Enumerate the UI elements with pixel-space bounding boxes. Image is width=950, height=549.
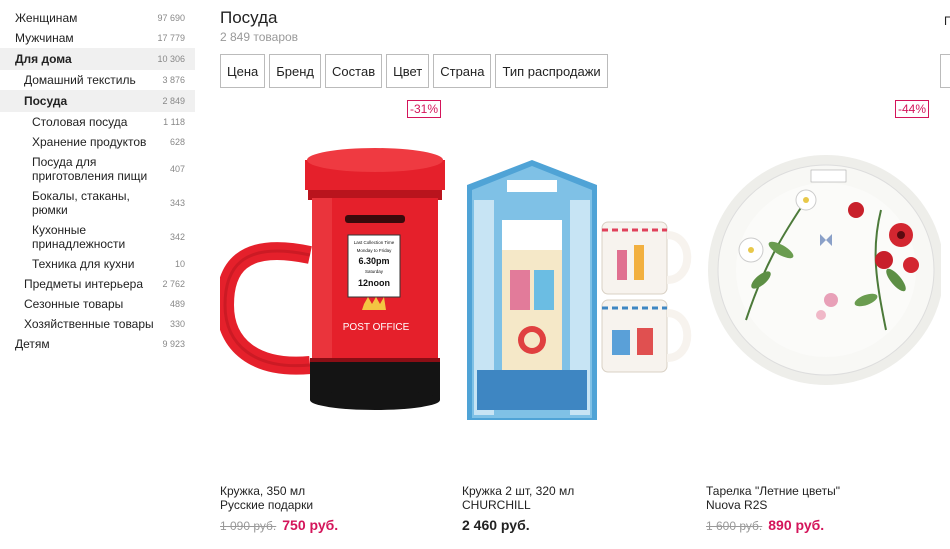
item-count: 342: [169, 232, 185, 242]
item-count: 330: [169, 319, 185, 329]
mug-post-office-text: POST OFFICE: [343, 322, 410, 333]
filter-color-button[interactable]: Цвет: [386, 54, 430, 88]
sidebar-item-kitchen-tools[interactable]: Кухонные принадлежности 342: [0, 220, 195, 254]
item-count: 2 762: [162, 279, 185, 289]
mug-label-time1: 6.30pm: [358, 256, 389, 266]
item-count: 343: [169, 198, 185, 208]
product-brand: CHURCHILL: [462, 498, 531, 512]
sidebar-item-glasses[interactable]: Бокалы, стаканы, рюмки 343: [0, 186, 195, 220]
sidebar-item-seasonal[interactable]: Сезонные товары 489: [0, 294, 195, 314]
sidebar-item-home[interactable]: Для дома 10 306: [0, 48, 195, 70]
sale-price: 890 руб.: [768, 517, 825, 533]
item-count: 1 118: [163, 117, 185, 127]
product-price: 1 090 руб. 750 руб.: [220, 517, 338, 533]
product-name: Кружка 2 шт, 320 мл: [462, 484, 575, 498]
floral-plate-image: [708, 155, 941, 385]
mug-set-box-image: [467, 160, 692, 420]
mug-label-line3: Saturday: [365, 269, 384, 274]
item-count: 97 690: [157, 13, 185, 23]
sidebar-item-appliances[interactable]: Техника для кухни 10: [0, 254, 195, 274]
current-price: 2 460 руб.: [462, 517, 530, 533]
item-count: 3 876: [162, 75, 185, 85]
sidebar-item-cookware[interactable]: Посуда для приготовления пищи 407: [0, 152, 195, 186]
item-count: 2 849: [162, 96, 185, 106]
item-count: 10: [174, 259, 185, 269]
product-card-mug[interactable]: -31% Last Collection Time Monday to Frid…: [220, 100, 455, 540]
filter-country-button[interactable]: Страна: [433, 54, 492, 88]
product-price: 2 460 руб.: [462, 517, 530, 533]
sale-price: 750 руб.: [282, 517, 339, 533]
sidebar-item-women[interactable]: Женщинам 97 690: [0, 8, 195, 28]
page-title: Посуда: [220, 8, 278, 27]
old-price: 1 090 руб.: [220, 519, 277, 533]
item-count: 407: [169, 164, 185, 174]
discount-badge: -31%: [407, 100, 442, 118]
product-name: Кружка, 350 мл: [220, 484, 306, 498]
sidebar-item-household[interactable]: Хозяйственные товары 330: [0, 314, 195, 334]
mug-post-box-image: Last Collection Time Monday to Friday 6.…: [220, 148, 445, 410]
product-count: 2 849 товаров: [220, 30, 299, 44]
product-brand: Русские подарки: [220, 498, 314, 512]
discount-badge: -44%: [895, 100, 930, 118]
sort-dropdown-clipped[interactable]: [940, 54, 950, 88]
product-card-plate[interactable]: -44% Тарелка "Летние цветы" Nuova R2S 1 …: [706, 100, 941, 540]
item-count: 10 306: [157, 54, 185, 64]
sidebar-item-men[interactable]: Мужчинам 17 779: [0, 28, 195, 48]
item-count: 628: [169, 137, 185, 147]
filter-bar: Цена Бренд Состав Цвет Страна Тип распро…: [220, 54, 608, 88]
filter-material-button[interactable]: Состав: [325, 54, 383, 88]
mug-label-time2: 12noon: [358, 278, 390, 288]
filter-sale-type-button[interactable]: Тип распродажи: [495, 54, 608, 88]
category-sidebar: Женщинам 97 690 Мужчинам 17 779 Для дома 10…: [0, 8, 195, 354]
sidebar-item-dishes[interactable]: Посуда 2 849: [0, 90, 195, 112]
item-count: 9 923: [162, 339, 185, 349]
sidebar-item-storage[interactable]: Хранение продуктов 628: [0, 132, 195, 152]
sidebar-item-kids[interactable]: Детям 9 923: [0, 334, 195, 354]
product-price: 1 600 руб. 890 руб.: [706, 517, 824, 533]
sidebar-item-tableware[interactable]: Столовая посуда 1 118: [0, 112, 195, 132]
filter-price-button[interactable]: Цена: [220, 54, 266, 88]
mug-label-line2: Monday to Friday: [357, 248, 393, 253]
product-name: Тарелка "Летние цветы": [706, 484, 840, 498]
sidebar-item-textile[interactable]: Домашний текстиль 3 876: [0, 70, 195, 90]
product-card-mug-set[interactable]: Кружка 2 шт, 320 мл CHURCHILL 2 460 руб.: [462, 100, 697, 540]
old-price: 1 600 руб.: [706, 519, 763, 533]
filter-brand-button[interactable]: Бренд: [269, 54, 322, 88]
item-count: 17 779: [157, 33, 185, 43]
sidebar-item-interior[interactable]: Предметы интерьера 2 762: [0, 274, 195, 294]
mug-label-line1: Last Collection Time: [354, 240, 395, 245]
product-brand: Nuova R2S: [706, 498, 768, 512]
item-count: 489: [169, 299, 185, 309]
sort-label-clipped: П: [944, 14, 950, 28]
